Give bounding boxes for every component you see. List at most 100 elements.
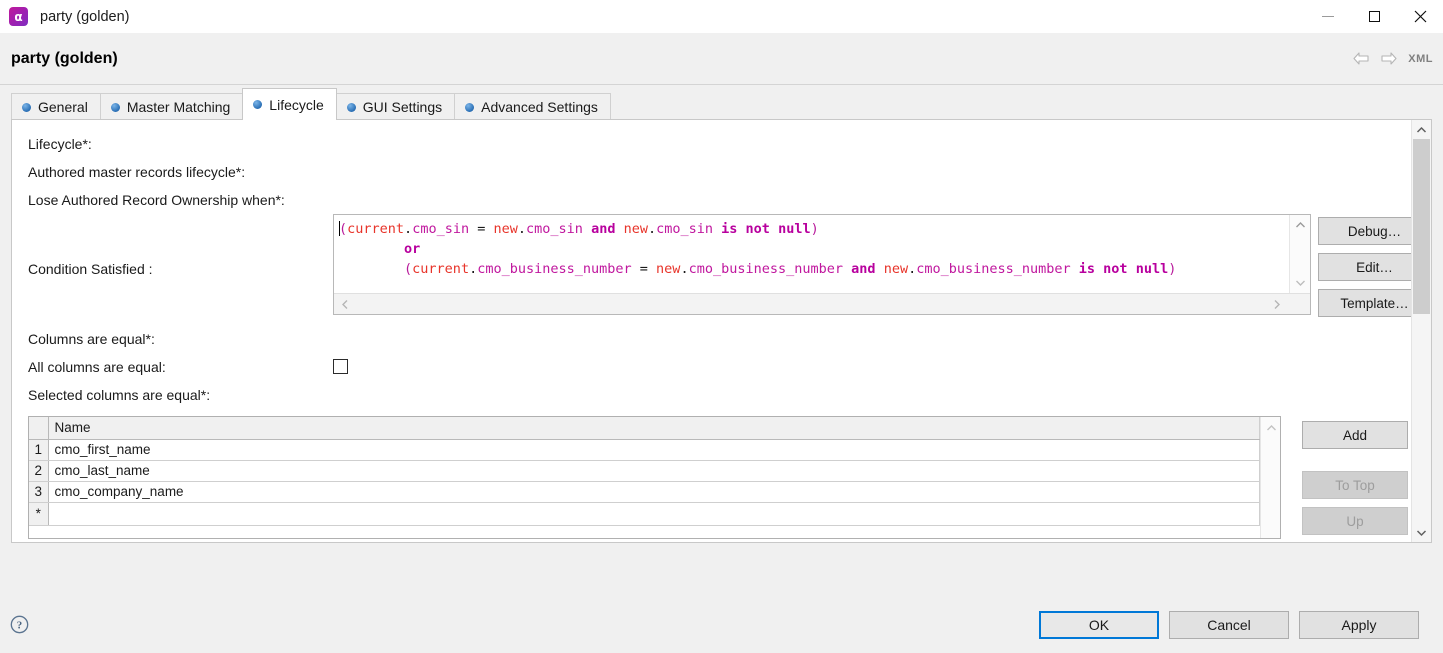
scroll-up-icon[interactable]	[1261, 420, 1281, 435]
maximize-button[interactable]	[1351, 0, 1397, 33]
code-token: cmo_sin	[656, 221, 713, 237]
columns-grid: Name 1cmo_first_name2cmo_last_name3cmo_c…	[29, 417, 1260, 526]
app-icon: α	[9, 7, 28, 26]
close-button[interactable]	[1397, 0, 1443, 33]
scroll-down-icon[interactable]	[1290, 275, 1311, 291]
cell-name-empty[interactable]	[48, 502, 1260, 525]
code-token: new	[624, 221, 648, 237]
to-top-button[interactable]: To Top	[1302, 471, 1408, 499]
code-token: (	[404, 261, 412, 277]
code-token: cmo_sin	[526, 221, 583, 237]
label-lifecycle: Lifecycle*:	[28, 136, 92, 152]
help-circle-icon[interactable]: ?	[10, 615, 29, 634]
column-header-name[interactable]: Name	[48, 417, 1260, 439]
header-band: party (golden) XML	[0, 33, 1443, 85]
cancel-button[interactable]: Cancel	[1169, 611, 1289, 639]
code-token: cmo_sin	[412, 221, 469, 237]
code-token: )	[811, 221, 819, 237]
tab-label: Master Matching	[127, 99, 230, 115]
window-controls	[1305, 0, 1443, 33]
tab-advanced-settings[interactable]: Advanced Settings	[454, 93, 611, 120]
code-token	[339, 261, 404, 277]
label-lose-authored-record-ownership: Lose Authored Record Ownership when*:	[28, 192, 285, 208]
new-row-marker[interactable]: *	[29, 502, 48, 525]
code-line: (current.cmo_business_number = new.cmo_b…	[339, 259, 1289, 279]
code-token: is not null	[1079, 261, 1168, 277]
table-row[interactable]: 3cmo_company_name	[29, 481, 1260, 502]
code-token: cmo_business_number	[477, 261, 631, 277]
row-number[interactable]: 1	[29, 439, 48, 460]
code-token: (	[339, 221, 347, 237]
row-number-header	[29, 417, 48, 439]
tab-master-matching[interactable]: Master Matching	[100, 93, 243, 120]
cell-name[interactable]: cmo_company_name	[48, 481, 1260, 502]
row-number[interactable]: 3	[29, 481, 48, 502]
table-new-row[interactable]: *	[29, 502, 1260, 525]
code-token: cmo_business_number	[689, 261, 843, 277]
svg-text:?: ?	[17, 620, 22, 632]
code-token: new	[493, 221, 517, 237]
code-line: (current.cmo_sin = new.cmo_sin and new.c…	[339, 219, 1289, 239]
label-selected-columns-are-equal: Selected columns are equal*:	[28, 387, 210, 403]
add-button[interactable]: Add	[1302, 421, 1408, 449]
label-columns-are-equal: Columns are equal*:	[28, 331, 155, 347]
selected-columns-table[interactable]: Name 1cmo_first_name2cmo_last_name3cmo_c…	[28, 416, 1281, 539]
code-token: new	[656, 261, 680, 277]
dialog-footer: ? OK Cancel Apply	[0, 543, 1443, 653]
condition-code-text[interactable]: (current.cmo_sin = new.cmo_sin and new.c…	[334, 215, 1289, 293]
scroll-right-icon[interactable]	[1269, 294, 1285, 314]
code-token	[339, 241, 404, 257]
code-token: .	[648, 221, 656, 237]
tab-label: Lifecycle	[269, 97, 323, 113]
table-vertical-scrollbar[interactable]	[1260, 417, 1280, 538]
tab-bullet-icon	[111, 103, 120, 112]
tab-label: GUI Settings	[363, 99, 442, 115]
table-row[interactable]: 2cmo_last_name	[29, 460, 1260, 481]
tab-label: General	[38, 99, 88, 115]
all-columns-equal-checkbox[interactable]	[333, 359, 348, 374]
up-button[interactable]: Up	[1302, 507, 1408, 535]
code-token: =	[632, 261, 656, 277]
code-token: and	[851, 261, 875, 277]
tab-bullet-icon	[347, 103, 356, 112]
close-icon	[1414, 10, 1427, 23]
scroll-up-icon[interactable]	[1412, 120, 1431, 139]
row-number[interactable]: 2	[29, 460, 48, 481]
scrollbar-thumb[interactable]	[1413, 139, 1430, 314]
code-token: is not null	[721, 221, 810, 237]
tab-lifecycle[interactable]: Lifecycle	[242, 88, 336, 120]
panel-vertical-scrollbar[interactable]	[1411, 120, 1431, 542]
forward-arrow-icon[interactable]	[1380, 51, 1398, 66]
app-icon-glyph: α	[14, 11, 22, 23]
scroll-down-icon[interactable]	[1412, 523, 1431, 542]
label-condition-satisfied: Condition Satisfied :	[28, 261, 153, 277]
scrollbar-track[interactable]	[1412, 139, 1431, 523]
condition-code-editor[interactable]: (current.cmo_sin = new.cmo_sin and new.c…	[333, 214, 1311, 315]
tab-gui-settings[interactable]: GUI Settings	[336, 93, 455, 120]
apply-button[interactable]: Apply	[1299, 611, 1419, 639]
tab-general[interactable]: General	[11, 93, 101, 120]
code-token	[583, 221, 591, 237]
cell-name[interactable]: cmo_first_name	[48, 439, 1260, 460]
cell-name[interactable]: cmo_last_name	[48, 460, 1260, 481]
ok-button[interactable]: OK	[1039, 611, 1159, 639]
table-header-row: Name	[29, 417, 1260, 439]
code-token: .	[404, 221, 412, 237]
code-token: .	[680, 261, 688, 277]
back-arrow-icon[interactable]	[1352, 51, 1370, 66]
table-row[interactable]: 1cmo_first_name	[29, 439, 1260, 460]
code-token: new	[884, 261, 908, 277]
lifecycle-panel: Lifecycle*: Authored master records life…	[11, 119, 1432, 543]
code-token: or	[404, 241, 420, 257]
code-token	[615, 221, 623, 237]
scroll-up-icon[interactable]	[1290, 217, 1311, 233]
code-token	[1071, 261, 1079, 277]
scroll-left-icon[interactable]	[337, 294, 353, 314]
minimize-button[interactable]	[1305, 0, 1351, 33]
page-title: party (golden)	[11, 50, 118, 68]
code-editor-vertical-scrollbar[interactable]	[1289, 215, 1310, 293]
code-token	[876, 261, 884, 277]
xml-label[interactable]: XML	[1408, 53, 1433, 65]
tab-bullet-icon	[253, 100, 262, 109]
code-editor-horizontal-scrollbar[interactable]	[334, 293, 1310, 314]
